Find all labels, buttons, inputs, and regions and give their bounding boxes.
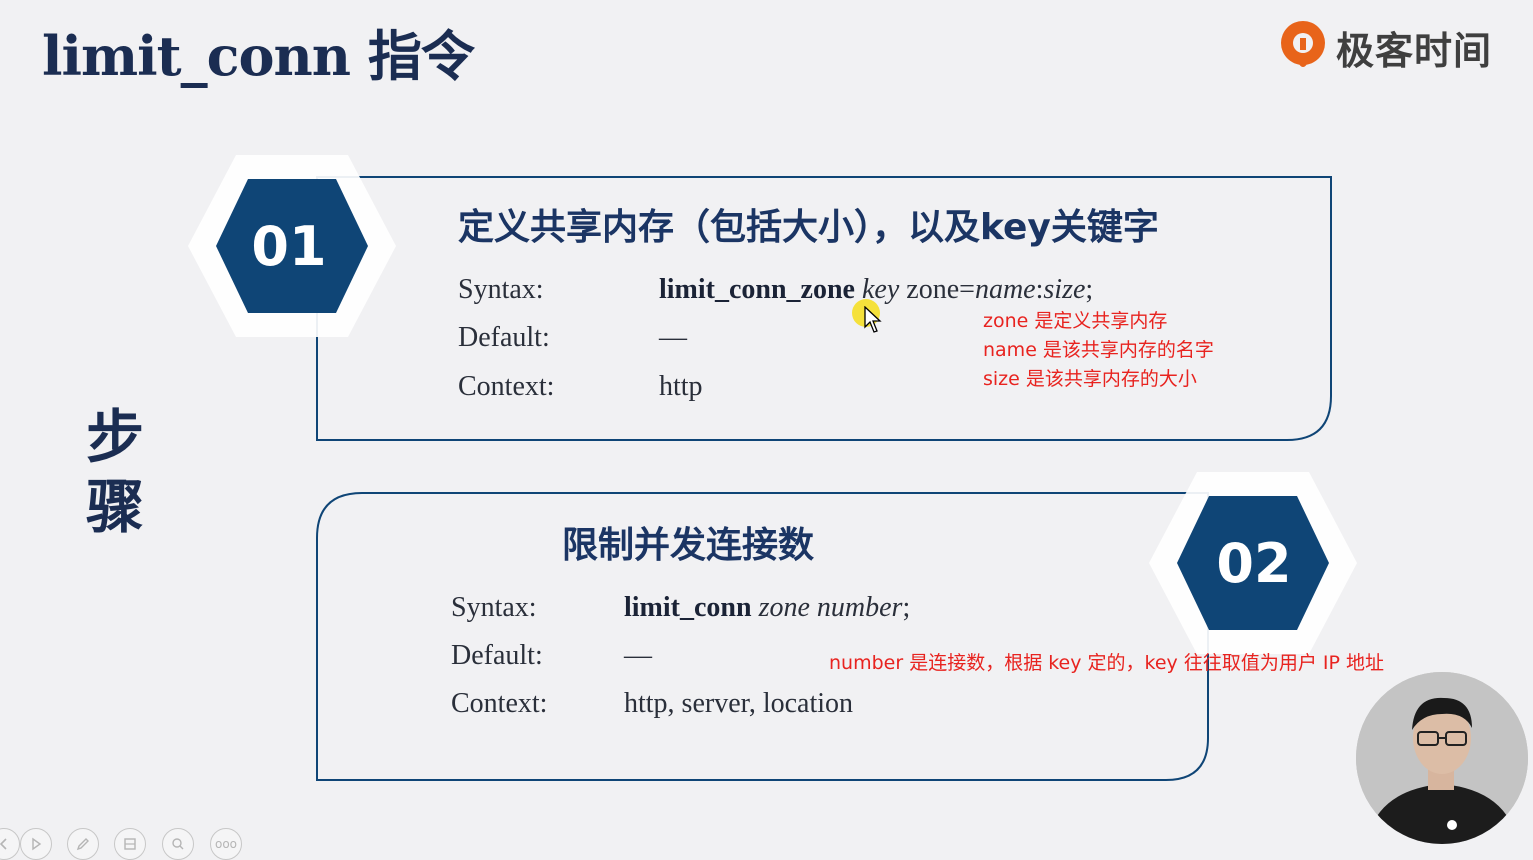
back-icon <box>0 838 7 850</box>
more-button[interactable]: ooo <box>210 828 242 860</box>
step2-title: 限制并发连接数 <box>562 525 815 566</box>
step2-context-label: Context: <box>451 688 548 719</box>
step2-syntax-keyword: limit_conn <box>624 592 752 623</box>
step2-syntax-args: zone number <box>758 592 903 623</box>
play-button[interactable] <box>20 828 52 860</box>
step1-syntax-name: name <box>974 274 1036 305</box>
card-frames <box>316 176 1332 781</box>
step2-number: 02 <box>1216 531 1292 595</box>
slides-button[interactable] <box>114 828 146 860</box>
step1-syntax-end: ; <box>1085 274 1094 305</box>
step2-syntax-end: ; <box>902 592 911 623</box>
step1-note-size: size 是该共享内存的大小 <box>983 368 1197 390</box>
step1-badge: 01 <box>186 153 398 339</box>
step1-syntax-value: limit_conn_zone key zone=name:size; <box>659 274 1093 306</box>
geektime-logo-icon <box>1281 21 1325 67</box>
step1-default-value: — <box>659 322 687 353</box>
presenter-avatar <box>1356 672 1528 844</box>
step2-default-value: — <box>624 640 652 671</box>
step2-note: number 是连接数，根据 key 定的，key 往往取值为用户 IP 地址 <box>829 652 1384 674</box>
brand-name: 极客时间 <box>1336 29 1493 73</box>
back-button[interactable] <box>0 828 20 860</box>
step1-context-value: http <box>659 371 703 402</box>
slide-title: limit_conn 指令 <box>42 24 475 88</box>
pen-icon <box>76 838 89 851</box>
more-icon: ooo <box>214 837 238 851</box>
step1-context-label: Context: <box>458 371 555 402</box>
step1-note-zone: zone 是定义共享内存 <box>983 310 1168 332</box>
zoom-button[interactable] <box>162 828 194 860</box>
step1-syntax-zone: zone= <box>906 274 975 305</box>
step2-context-value: http, server, location <box>624 688 854 719</box>
zoom-icon <box>172 838 184 850</box>
step2-syntax-value: limit_conn zone number; <box>624 592 910 624</box>
step1-title: 定义共享内存（包括大小），以及key关键字 <box>458 207 1159 248</box>
step1-syntax-size: size <box>1043 274 1086 305</box>
step1-default-label: Default: <box>458 322 550 353</box>
step1-number: 01 <box>251 214 327 278</box>
pen-button[interactable] <box>67 828 99 860</box>
step2-syntax-label: Syntax: <box>451 592 537 623</box>
step1-syntax-keyword: limit_conn_zone <box>659 274 855 305</box>
step2-default-label: Default: <box>451 640 543 671</box>
step1-note-name: name 是该共享内存的名字 <box>983 339 1214 361</box>
presenter-webcam <box>1356 672 1528 844</box>
play-icon <box>32 837 42 851</box>
mouse-cursor-icon <box>864 306 882 333</box>
step2-badge: 02 <box>1147 470 1359 656</box>
step1-syntax-label: Syntax: <box>458 274 544 305</box>
slides-icon <box>124 838 136 850</box>
steps-label: 步 骤 <box>85 403 144 541</box>
